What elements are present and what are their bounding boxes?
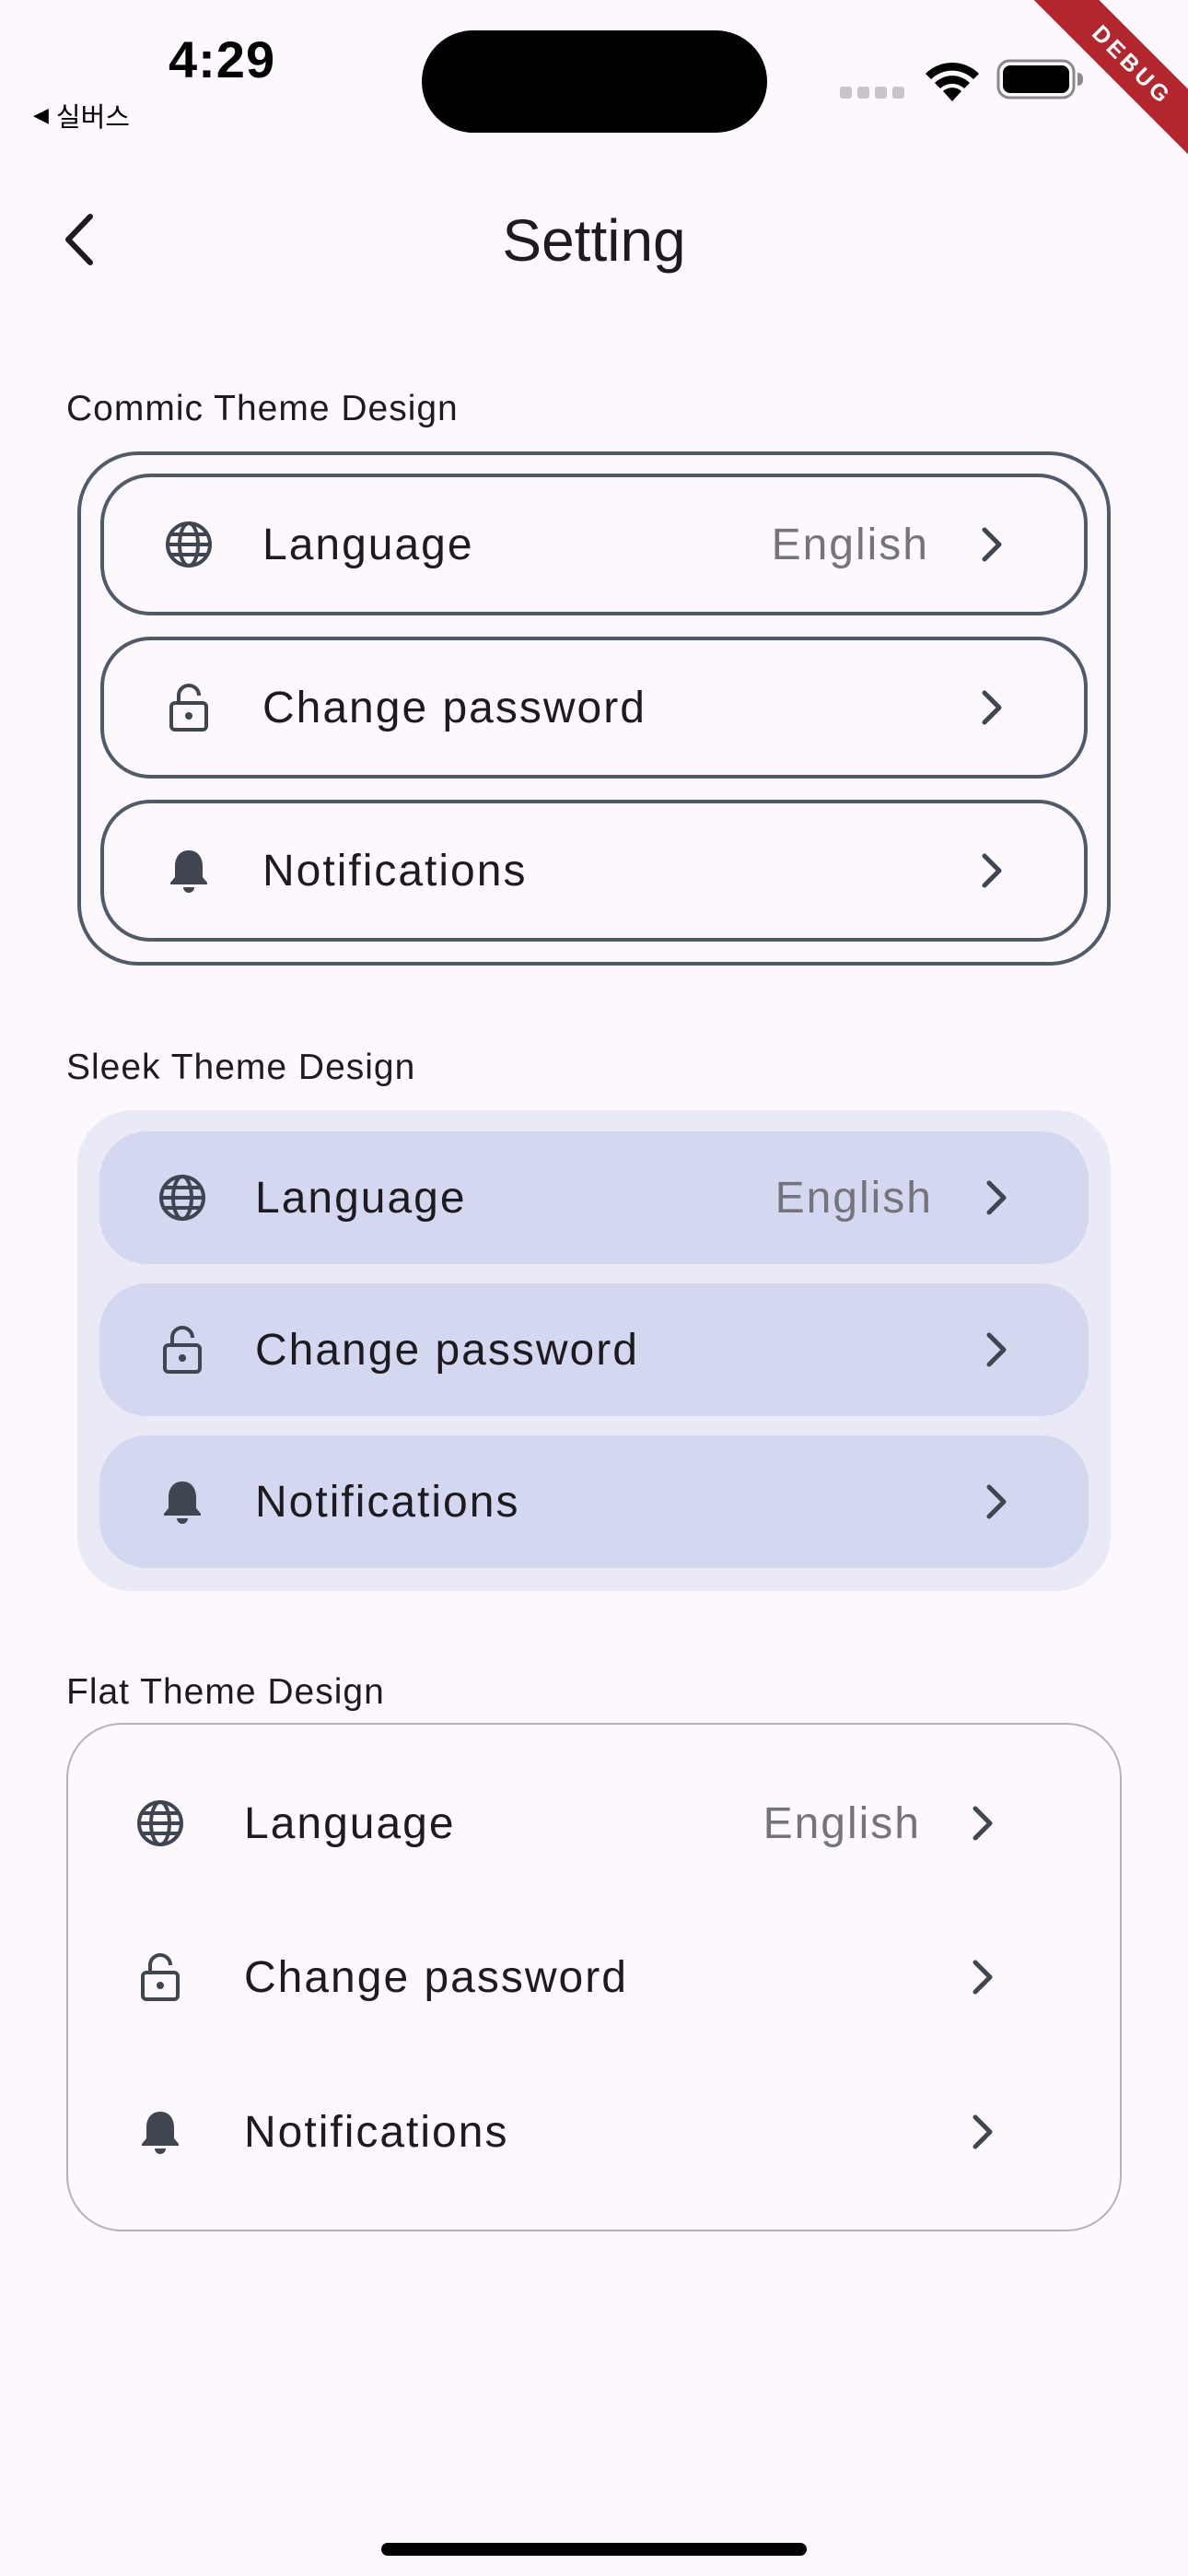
chevron-right-icon [973,849,1010,893]
sleek-item-notifications[interactable]: Notifications [99,1435,1089,1568]
item-label: Language [255,1173,467,1223]
dynamic-island [422,30,767,133]
item-value: English [763,1798,921,1848]
item-value: English [775,1173,933,1223]
item-label: Language [244,1798,456,1848]
battery-icon [996,59,1085,104]
commic-item-language[interactable]: Language English [100,474,1088,615]
lock-icon [134,1951,186,2003]
lock-icon [157,1324,208,1376]
item-value: English [771,520,929,569]
chevron-right-icon [978,1328,1015,1372]
item-label: Change password [244,1952,628,2002]
globe-icon [157,1172,208,1224]
wifi-icon [923,59,982,108]
flat-item-language[interactable]: Language English [68,1750,1120,1897]
bell-icon [163,845,215,896]
section-title-flat: Flat Theme Design [66,1672,385,1712]
chevron-right-icon [964,2110,1001,2154]
commic-item-notifications[interactable]: Notifications [100,800,1088,942]
sleek-item-language[interactable]: Language English [99,1131,1089,1264]
item-label: Notifications [255,1477,520,1527]
globe-icon [134,1797,186,1849]
chevron-right-icon [978,1176,1015,1220]
page-title: Setting [502,207,686,274]
bell-icon [157,1476,208,1528]
home-indicator[interactable] [381,2543,807,2556]
back-triangle-icon: ◀ [33,103,49,127]
globe-icon [163,519,215,570]
sleek-item-change-password[interactable]: Change password [99,1283,1089,1416]
chevron-right-icon [973,685,1010,730]
item-label: Notifications [262,846,528,896]
cellular-signal-icon [840,87,904,99]
chevron-right-icon [964,1955,1001,1999]
chevron-right-icon [973,522,1010,567]
back-to-app-link[interactable]: ◀ 실버스 [33,96,130,135]
chevron-right-icon [978,1480,1015,1524]
flat-item-change-password[interactable]: Change password [68,1903,1120,2051]
bell-icon [134,2106,186,2158]
item-label: Language [262,520,474,569]
status-time: 4:29 [169,30,276,88]
item-label: Notifications [244,2107,509,2157]
back-app-name: 실버스 [55,101,130,133]
item-label: Change password [262,683,646,732]
flat-item-notifications[interactable]: Notifications [68,2058,1120,2206]
commic-item-change-password[interactable]: Change password [100,637,1088,779]
lock-icon [163,682,215,733]
section-title-commic: Commic Theme Design [66,389,459,428]
item-label: Change password [255,1325,639,1375]
section-title-sleek: Sleek Theme Design [66,1048,416,1087]
chevron-right-icon [964,1801,1001,1845]
